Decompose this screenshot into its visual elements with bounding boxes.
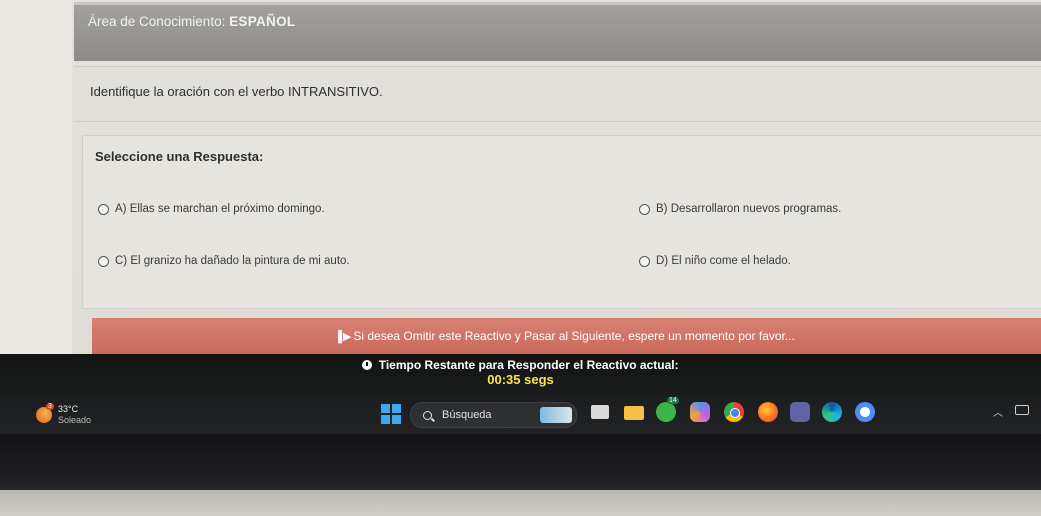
left-margin: [0, 0, 72, 357]
clock-icon: [362, 360, 373, 370]
radio-icon[interactable]: [98, 255, 109, 267]
whatsapp-icon[interactable]: 14: [656, 397, 679, 422]
option-b[interactable]: B) Desarrollaron nuevos programas.: [639, 203, 841, 215]
search-label: Búsqueda: [442, 409, 492, 421]
weather-text: 33°C Soleado: [58, 404, 91, 426]
skip-question-button[interactable]: ▌▶ Si desea Omitir este Reactivo y Pasar…: [92, 318, 1041, 354]
search-highlight-image: [540, 407, 572, 423]
keyboard-icon[interactable]: [1015, 405, 1029, 415]
chrome-icon[interactable]: [724, 402, 744, 422]
exam-page: Área de Conocimiento: ESPAÑOL Identifiqu…: [0, 0, 1041, 357]
option-c-text: C) El granizo ha dañado la pintura de mi…: [115, 255, 350, 267]
area-title: Área de Conocimiento: ESPAÑOL: [88, 14, 295, 29]
skip-content: ▌▶ Si desea Omitir este Reactivo y Pasar…: [338, 329, 795, 343]
weather-badge: 3: [46, 403, 54, 410]
radio-icon[interactable]: [639, 203, 650, 215]
monitor-bezel: [0, 434, 1041, 494]
answers-panel: Seleccione una Respuesta: A) Ellas se ma…: [82, 135, 1041, 309]
option-a[interactable]: A) Ellas se marchan el próximo domingo.: [98, 203, 325, 215]
weather-temperature: 33°C: [58, 404, 79, 414]
skip-forward-icon: ▌▶: [338, 330, 351, 343]
radio-icon[interactable]: [98, 203, 109, 215]
option-c[interactable]: C) El granizo ha dañado la pintura de mi…: [98, 255, 350, 267]
timer-area: Tiempo Restante para Responder el Reacti…: [0, 354, 1041, 394]
timer-label-text: Tiempo Restante para Responder el Reacti…: [378, 358, 679, 372]
area-header: Área de Conocimiento: ESPAÑOL: [74, 2, 1041, 61]
question-text: Identifique la oración con el verbo INTR…: [90, 84, 383, 99]
task-view-icon[interactable]: [591, 405, 609, 419]
area-label: Área de Conocimiento:: [88, 14, 226, 29]
timer-value: 00:35 segs: [487, 372, 554, 387]
chevron-up-icon[interactable]: ︿: [993, 404, 1003, 419]
area-value: ESPAÑOL: [229, 14, 296, 29]
firefox-icon[interactable]: [758, 402, 778, 422]
desk-surface: [0, 490, 1041, 516]
sun-icon: 3: [36, 403, 54, 423]
edge-icon[interactable]: [822, 402, 842, 422]
option-d[interactable]: D) El niño come el helado.: [639, 255, 791, 267]
option-b-text: B) Desarrollaron nuevos programas.: [656, 203, 842, 215]
windows-taskbar: 3 33°C Soleado Búsqueda 14 ︿: [0, 394, 1041, 434]
question-box: Identifique la oración con el verbo INTR…: [74, 66, 1041, 122]
option-d-text: D) El niño come el helado.: [656, 255, 791, 267]
weather-widget[interactable]: 3 33°C Soleado: [36, 403, 91, 426]
radio-icon[interactable]: [639, 255, 650, 267]
option-a-text: A) Ellas se marchan el próximo domingo.: [115, 203, 325, 215]
copilot-icon[interactable]: [690, 402, 710, 422]
weather-condition: Soleado: [58, 415, 92, 425]
windows-start-icon[interactable]: [381, 404, 401, 424]
teams-icon[interactable]: [790, 402, 810, 422]
file-explorer-icon[interactable]: [624, 406, 644, 420]
answers-heading: Seleccione una Respuesta:: [95, 149, 264, 164]
skip-text: Si desea Omitir este Reactivo y Pasar al…: [353, 329, 795, 343]
whatsapp-badge: 14: [667, 397, 679, 404]
gemini-icon[interactable]: [855, 402, 875, 422]
taskbar-search-box[interactable]: Búsqueda: [410, 402, 577, 428]
timer-label: Tiempo Restante para Responder el Reacti…: [0, 358, 1041, 372]
search-icon: [423, 410, 432, 420]
